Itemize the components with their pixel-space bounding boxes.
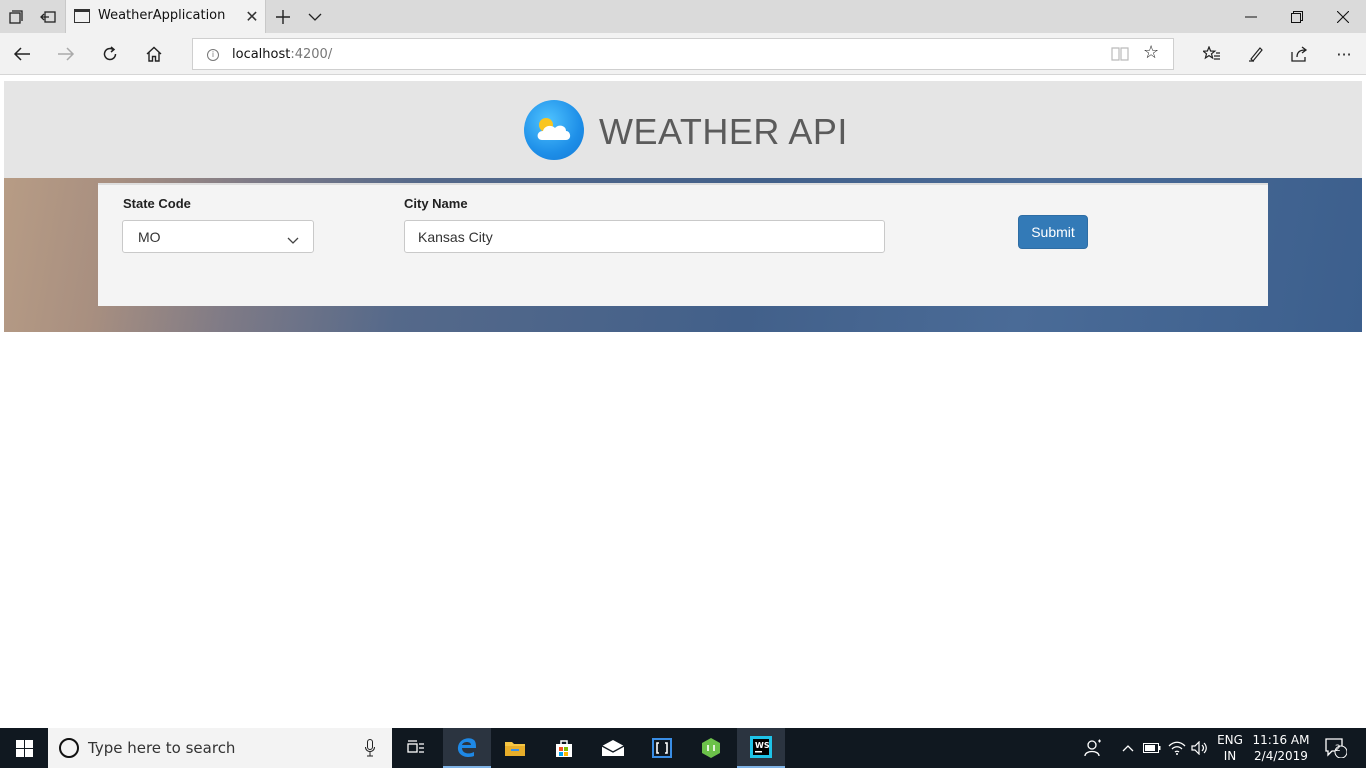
windows-start-icon[interactable]: [0, 728, 48, 768]
taskbar-search-box[interactable]: Type here to search: [48, 728, 392, 768]
url-path: :4200/: [290, 47, 333, 62]
url-host: localhost: [232, 47, 291, 62]
clock-date: 2/4/2019: [1254, 749, 1308, 763]
search-placeholder: Type here to search: [88, 739, 236, 757]
weather-cloud-logo-icon: [524, 100, 584, 160]
people-icon[interactable]: [1083, 738, 1103, 758]
web-note-pen-icon[interactable]: [1234, 36, 1278, 72]
reading-view-icon[interactable]: [1111, 46, 1129, 62]
cortana-icon: [59, 738, 79, 758]
state-code-label: State Code: [123, 196, 191, 211]
chevron-down-icon: [287, 230, 299, 249]
back-arrow-icon[interactable]: [0, 36, 44, 72]
clock-time: 11:16 AM: [1252, 733, 1310, 747]
show-hidden-icons-chevron-up-icon[interactable]: [1118, 738, 1138, 758]
mail-icon[interactable]: [589, 728, 637, 768]
app-title: WEATHER API: [599, 111, 848, 152]
task-view-icon[interactable]: [392, 728, 440, 768]
microphone-icon[interactable]: [365, 739, 375, 757]
svg-text:WS: WS: [755, 741, 770, 750]
share-icon[interactable]: [1278, 36, 1322, 72]
city-name-input[interactable]: [404, 220, 885, 253]
language-code: ENG: [1217, 733, 1243, 747]
battery-icon[interactable]: [1142, 738, 1162, 758]
set-tabs-aside-icon[interactable]: [32, 0, 64, 33]
clock[interactable]: 11:16 AM 2/4/2019: [1250, 732, 1312, 764]
browser-tab-strip: WeatherApplication ✕: [0, 0, 1366, 33]
more-options-icon[interactable]: ···: [1322, 36, 1366, 72]
notification-count: 2: [1335, 744, 1341, 754]
tab-title: WeatherApplication: [98, 8, 226, 23]
favorites-hub-icon[interactable]: [1190, 36, 1234, 72]
browser-toolbar: i localhost:4200/ ☆ ···: [0, 33, 1366, 75]
wifi-icon[interactable]: [1167, 738, 1187, 758]
restore-icon[interactable]: [1274, 0, 1320, 33]
volume-icon[interactable]: [1190, 738, 1210, 758]
site-info-icon[interactable]: i: [207, 49, 219, 61]
node-js-icon[interactable]: [687, 728, 735, 768]
tab-preview-chevron-down-icon[interactable]: [299, 0, 331, 33]
minimize-icon[interactable]: [1228, 0, 1274, 33]
brackets-editor-icon[interactable]: [638, 728, 686, 768]
close-window-icon[interactable]: [1320, 0, 1366, 33]
tab-actions-icon[interactable]: [0, 0, 32, 33]
forward-arrow-icon[interactable]: [44, 36, 88, 72]
search-form-card: State Code MO City Name Submit: [98, 183, 1268, 306]
weather-app-page: WEATHER API State Code MO City Name Subm…: [4, 81, 1362, 333]
state-code-value: MO: [138, 229, 161, 245]
page-icon: [74, 9, 90, 23]
city-name-label: City Name: [404, 196, 468, 211]
favorite-star-icon[interactable]: ☆: [1143, 42, 1159, 63]
hero-banner: State Code MO City Name Submit: [4, 178, 1362, 332]
tab-weather-application[interactable]: WeatherApplication ✕: [65, 0, 266, 33]
action-center-notifications-icon[interactable]: 2: [1324, 738, 1348, 758]
url-text: localhost:4200/: [232, 47, 332, 62]
submit-button[interactable]: Submit: [1018, 215, 1088, 249]
close-tab-icon[interactable]: ✕: [239, 3, 265, 29]
new-tab-icon[interactable]: [267, 0, 299, 33]
edge-browser-icon[interactable]: [443, 728, 491, 768]
home-icon[interactable]: [132, 36, 176, 72]
windows-taskbar: Type here to search WS ENG IN 11:16 AM 2…: [0, 728, 1366, 768]
file-explorer-icon[interactable]: [491, 728, 539, 768]
input-language-indicator[interactable]: ENG IN: [1212, 732, 1248, 764]
microsoft-store-icon[interactable]: [540, 728, 588, 768]
state-code-select[interactable]: MO: [122, 220, 314, 253]
refresh-icon[interactable]: [88, 36, 132, 72]
address-bar[interactable]: i localhost:4200/ ☆: [192, 38, 1174, 70]
webstorm-icon[interactable]: WS: [737, 728, 785, 768]
app-header: WEATHER API: [4, 81, 1362, 178]
language-region: IN: [1223, 749, 1237, 763]
